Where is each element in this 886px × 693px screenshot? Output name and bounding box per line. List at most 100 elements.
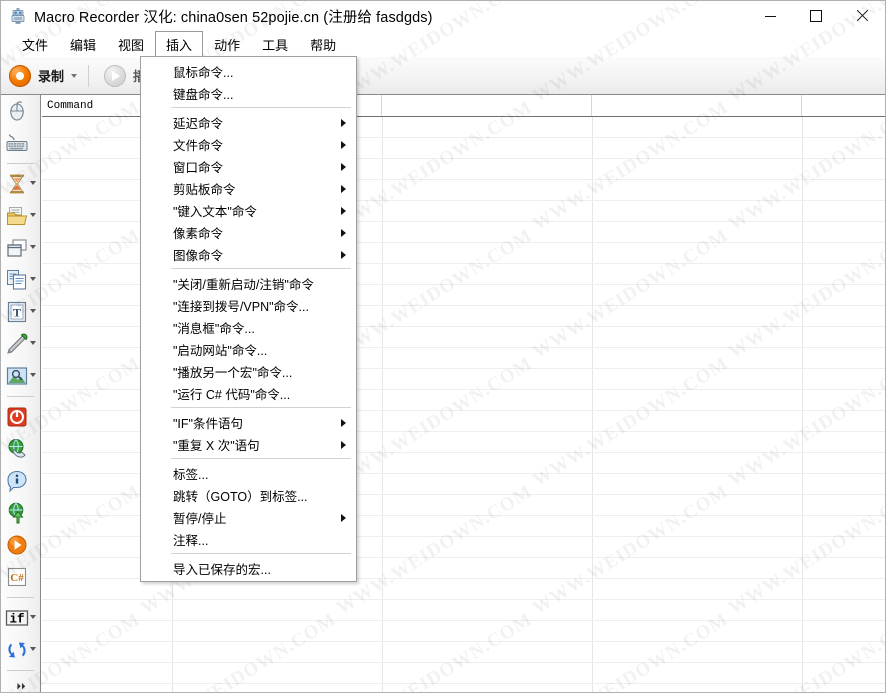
image-search-icon: [5, 364, 29, 388]
chevron-down-icon[interactable]: [30, 647, 36, 651]
title-bar: Macro Recorder 汉化: china0sen 52pojie.cn …: [1, 1, 885, 31]
submenu-arrow-icon: [341, 251, 346, 259]
menu-item-pause-stop[interactable]: 暂停/停止: [141, 506, 356, 528]
chevron-down-icon[interactable]: [30, 341, 36, 345]
keyboard-icon: [5, 131, 29, 155]
globe-launch-website-icon: [5, 501, 29, 525]
menu-item-mouse-command[interactable]: 鼠标命令...: [141, 60, 356, 82]
submenu-arrow-icon: [341, 141, 346, 149]
toolbar-item-messagebox[interactable]: [1, 465, 40, 497]
mouse-icon: [5, 99, 29, 123]
menu-view[interactable]: 视图: [107, 31, 155, 57]
toolbar-overflow-button[interactable]: ⏵⏵: [1, 678, 40, 692]
toolbar-divider: [7, 597, 34, 598]
record-button-label: 录制: [38, 69, 65, 84]
file-folder-icon: [5, 204, 29, 228]
grid-column-header-4[interactable]: [592, 95, 802, 116]
grid-row[interactable]: [42, 579, 885, 600]
menu-item-type-text-command[interactable]: "键入文本"命令: [141, 199, 356, 221]
toolbar-item-play-macro[interactable]: [1, 529, 40, 561]
menu-separator: [171, 553, 351, 554]
toolbar-item-clipboard[interactable]: [1, 264, 40, 296]
toolbar-item-repeat[interactable]: [1, 634, 40, 666]
menu-item-label[interactable]: 标签...: [141, 462, 356, 484]
submenu-arrow-icon: [341, 514, 346, 522]
menu-separator: [171, 107, 351, 108]
menu-item-launch-website-command[interactable]: "启动网站"命令...: [141, 338, 356, 360]
toolbar-item-image[interactable]: [1, 360, 40, 392]
close-button[interactable]: [839, 1, 885, 31]
grid-row[interactable]: [42, 663, 885, 684]
menu-item-messagebox-command[interactable]: "消息框"命令...: [141, 316, 356, 338]
command-toolbar: T C# if ⏵⏵: [1, 95, 41, 692]
toolbar-item-type-text[interactable]: T: [1, 296, 40, 328]
submenu-arrow-icon: [341, 441, 346, 449]
if-condition-icon: if: [5, 606, 29, 630]
chevron-down-icon[interactable]: [30, 277, 36, 281]
toolbar-item-launch-website[interactable]: [1, 497, 40, 529]
repeat-loop-icon: [5, 638, 29, 662]
chevron-down-icon[interactable]: [30, 213, 36, 217]
menu-item-if-statement[interactable]: "IF"条件语句: [141, 411, 356, 433]
menu-item-delay-command[interactable]: 延迟命令: [141, 111, 356, 133]
menu-item-import-saved-macro[interactable]: 导入已保存的宏...: [141, 557, 356, 579]
menu-separator: [171, 407, 351, 408]
menu-help[interactable]: 帮助: [299, 31, 347, 57]
grid-column-header-5[interactable]: [802, 95, 885, 116]
menu-item-run-csharp-command[interactable]: "运行 C# 代码"命令...: [141, 382, 356, 404]
menu-bar: 文件 编辑 视图 插入 动作 工具 帮助: [1, 31, 885, 58]
chevron-down-icon[interactable]: [30, 181, 36, 185]
menu-action[interactable]: 动作: [203, 31, 251, 57]
chevron-down-icon[interactable]: [30, 615, 36, 619]
insert-dropdown-menu: 鼠标命令... 键盘命令... 延迟命令 文件命令 窗口命令 剪贴板命令 "键入…: [140, 56, 357, 582]
menu-file[interactable]: 文件: [11, 31, 59, 57]
chevron-down-icon[interactable]: [30, 309, 36, 313]
toolbar-item-csharp[interactable]: C#: [1, 561, 40, 593]
menu-item-window-command[interactable]: 窗口命令: [141, 155, 356, 177]
toolbar-divider: [7, 163, 34, 164]
grid-column-header-3[interactable]: [382, 95, 592, 116]
robot-icon: [9, 7, 27, 25]
record-circle-icon: [9, 64, 31, 87]
menu-item-repeat-statement[interactable]: "重复 X 次"语句: [141, 433, 356, 455]
window-icon: [5, 236, 29, 260]
menu-item-keyboard-command[interactable]: 键盘命令...: [141, 82, 356, 104]
menu-item-file-command[interactable]: 文件命令: [141, 133, 356, 155]
clipboard-copy-icon: [5, 268, 29, 292]
maximize-button[interactable]: [793, 1, 839, 31]
toolbar-item-shutdown[interactable]: [1, 401, 40, 433]
menu-item-image-command[interactable]: 图像命令: [141, 243, 356, 265]
menu-insert[interactable]: 插入: [155, 31, 204, 58]
menu-item-pixel-command[interactable]: 像素命令: [141, 221, 356, 243]
menu-item-goto-label[interactable]: 跳转（GOTO）到标签...: [141, 484, 356, 506]
menu-edit[interactable]: 编辑: [59, 31, 107, 57]
toolbar-item-keyboard[interactable]: [1, 127, 40, 159]
toolbar-divider: [7, 670, 34, 671]
menu-item-shutdown-command[interactable]: "关闭/重新启动/注销"命令: [141, 272, 356, 294]
toolbar-item-pixel[interactable]: [1, 328, 40, 360]
toolbar-item-window[interactable]: [1, 232, 40, 264]
menu-item-play-other-macro-command[interactable]: "播放另一个宏"命令...: [141, 360, 356, 382]
chevron-down-icon[interactable]: [30, 373, 36, 377]
grid-row[interactable]: [42, 642, 885, 663]
grid-row[interactable]: [42, 600, 885, 621]
toolbar-item-mouse[interactable]: [1, 95, 40, 127]
menu-item-dialup-vpn-command[interactable]: "连接到拨号/VPN"命令...: [141, 294, 356, 316]
toolbar-item-file[interactable]: [1, 200, 40, 232]
toolbar-item-if[interactable]: if: [1, 602, 40, 634]
submenu-arrow-icon: [341, 229, 346, 237]
chevron-down-icon[interactable]: [30, 245, 36, 249]
toolbar-item-delay[interactable]: [1, 168, 40, 200]
grid-row[interactable]: [42, 684, 885, 692]
info-messagebox-icon: [5, 469, 29, 493]
menu-separator: [171, 458, 351, 459]
menu-item-comment[interactable]: 注释...: [141, 528, 356, 550]
submenu-arrow-icon: [341, 419, 346, 427]
toolbar-item-dialup[interactable]: [1, 433, 40, 465]
grid-row[interactable]: [42, 621, 885, 642]
chevron-down-icon[interactable]: [71, 73, 78, 78]
minimize-button[interactable]: [747, 1, 793, 31]
menu-tools[interactable]: 工具: [251, 31, 299, 57]
record-button[interactable]: 录制: [5, 61, 81, 91]
menu-item-clipboard-command[interactable]: 剪贴板命令: [141, 177, 356, 199]
